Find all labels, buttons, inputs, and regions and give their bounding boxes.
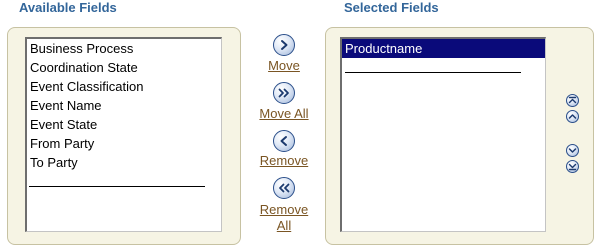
move-to-bottom-button[interactable] [566, 160, 579, 173]
remove-link[interactable]: Remove [249, 153, 319, 169]
move-to-bottom-icon [568, 162, 577, 171]
selected-field-option[interactable]: Productname [342, 39, 545, 58]
selected-fields-panel: Productname [325, 27, 594, 245]
available-field-option[interactable]: Coordination State [27, 58, 221, 77]
move-up-button[interactable] [566, 110, 579, 123]
list-width-filler-line [29, 186, 205, 187]
list-width-filler-line [345, 72, 521, 73]
available-field-option[interactable]: Event Name [27, 96, 221, 115]
move-up-icon [568, 112, 577, 121]
available-field-option[interactable]: Event Classification [27, 77, 221, 96]
chevron-right-icon [278, 39, 290, 51]
move-down-button[interactable] [566, 144, 579, 157]
move-all-button[interactable] [273, 82, 295, 104]
chevron-left-icon [278, 135, 290, 147]
available-fields-panel: Business Process Coordination State Even… [7, 27, 241, 245]
selected-fields-heading: Selected Fields [344, 0, 439, 15]
double-chevron-right-icon [277, 87, 291, 99]
available-field-option[interactable]: Business Process [27, 39, 221, 58]
available-field-option[interactable]: Event State [27, 115, 221, 134]
remove-button[interactable] [273, 130, 295, 152]
remove-all-link-line2: All [276, 218, 292, 233]
move-down-icon [568, 146, 577, 155]
double-chevron-left-icon [277, 182, 291, 194]
available-fields-heading: Available Fields [19, 0, 117, 15]
remove-all-link-line1: Remove [259, 202, 309, 217]
available-fields-listbox[interactable]: Business Process Coordination State Even… [25, 37, 222, 232]
move-all-link[interactable]: Move All [249, 106, 319, 122]
move-button[interactable] [273, 34, 295, 56]
selected-fields-listbox[interactable]: Productname [340, 37, 546, 232]
move-to-top-button[interactable] [566, 94, 579, 107]
available-field-option[interactable]: To Party [27, 153, 221, 172]
available-field-option[interactable]: From Party [27, 134, 221, 153]
move-to-top-icon [568, 96, 577, 105]
remove-all-link[interactable]: Remove All [249, 202, 319, 234]
remove-all-button[interactable] [273, 177, 295, 199]
move-link[interactable]: Move [249, 58, 319, 74]
